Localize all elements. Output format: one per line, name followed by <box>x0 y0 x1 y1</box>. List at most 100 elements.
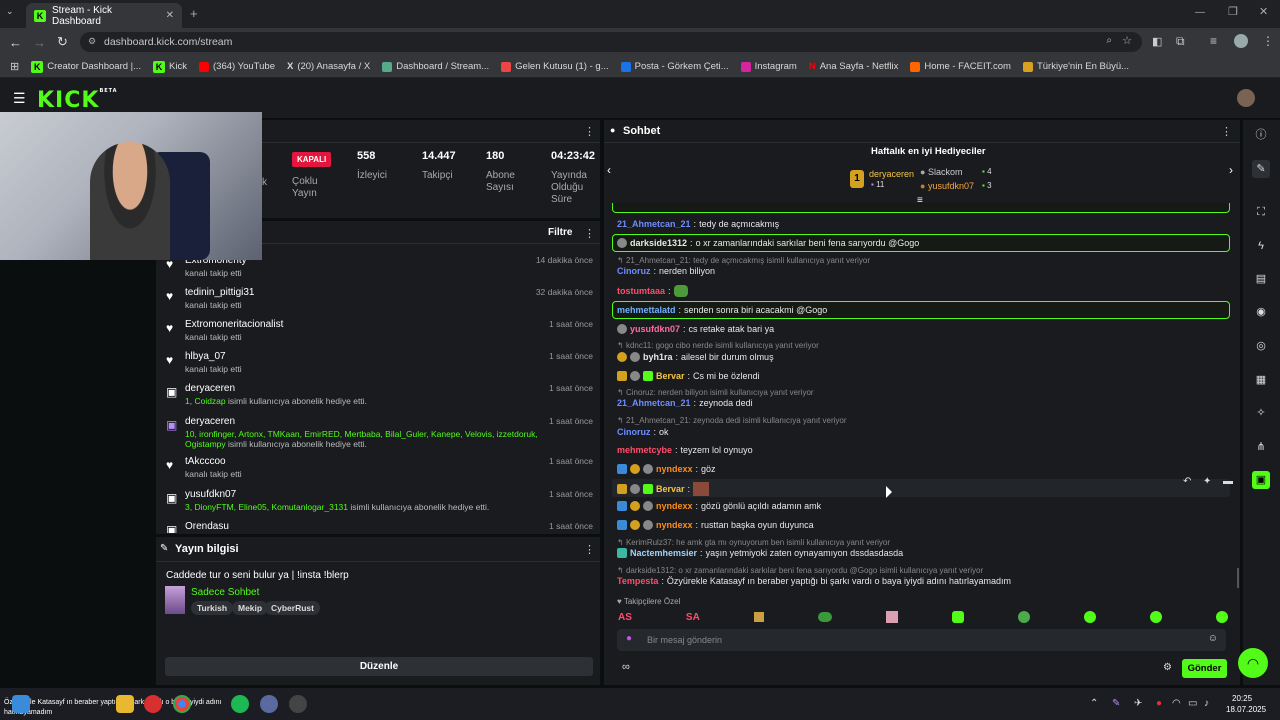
bookmark-item[interactable]: Instagram <box>740 61 797 72</box>
stats-menu-icon[interactable]: ⋮ <box>584 125 595 138</box>
fullscreen-icon[interactable]: ⛶ <box>1252 203 1270 221</box>
extension-icon[interactable]: ◧ <box>1152 35 1162 48</box>
chrome-icon[interactable] <box>173 695 191 713</box>
bookmark-item[interactable]: (364) YouTube <box>199 61 275 72</box>
emote-icon[interactable] <box>885 611 898 623</box>
reply-message-icon[interactable]: ↶ <box>1183 476 1191 487</box>
bookmark-item[interactable]: K Kick <box>153 60 187 73</box>
file-explorer-icon[interactable] <box>116 695 134 713</box>
stream-info-menu-icon[interactable]: ⋮ <box>584 543 595 556</box>
bookmark-item[interactable]: Posta - Görkem Çeti... <box>620 61 729 72</box>
kick-logo[interactable]: KICKBETA <box>37 88 118 113</box>
emote-icon[interactable] <box>1017 611 1030 623</box>
window-minimize-button[interactable]: — <box>1195 7 1205 18</box>
bookmarks-bar: ⊞ K Creator Dashboard |... K Kick (364) Yo… <box>0 56 1280 78</box>
hamburger-menu-icon[interactable]: ☰ <box>13 90 26 107</box>
tab-close-icon[interactable]: ✕ <box>166 10 174 21</box>
address-bar[interactable]: ⚙ dashboard.kick.com/stream ⌕ ☆ <box>80 32 1142 52</box>
chat-scrollbar[interactable] <box>1237 568 1239 588</box>
avatar <box>617 324 627 334</box>
spotify-icon[interactable] <box>231 695 249 713</box>
window-close-button[interactable]: ✕ <box>1259 5 1268 18</box>
activity-menu-icon[interactable]: ⋮ <box>584 227 595 240</box>
tray-app-icon[interactable]: ✈ <box>1134 698 1142 709</box>
bookmark-item[interactable]: Dashboard / Stream... <box>382 61 489 72</box>
edit-button[interactable]: Düzenle <box>165 657 593 676</box>
media-icon[interactable]: ≡ <box>1210 34 1217 48</box>
reload-icon[interactable]: ↻ <box>57 34 68 50</box>
bookmark-item[interactable]: Home - FACEIT.com <box>910 61 1011 72</box>
network-icon[interactable]: ▭ <box>1188 698 1197 709</box>
emote-sa[interactable]: SA <box>686 612 700 623</box>
tray-chevron-icon[interactable]: ⌃ <box>1090 698 1098 709</box>
chat-bubble-icon[interactable]: ◉ <box>1252 303 1270 321</box>
info-icon[interactable]: ⓘ <box>1252 126 1270 144</box>
browser-menu-icon[interactable]: ⋮ <box>1262 34 1274 48</box>
clock-time[interactable]: 20:25 <box>1232 694 1252 703</box>
bookmark-item[interactable]: K Creator Dashboard |... <box>31 60 141 73</box>
edit-icon[interactable]: ✎ <box>1252 160 1270 178</box>
back-icon[interactable]: ← <box>9 35 22 50</box>
emote-icon[interactable] <box>1083 611 1096 623</box>
emote-icon[interactable] <box>1215 611 1228 623</box>
forward-icon[interactable]: → <box>33 35 46 50</box>
volume-icon[interactable]: ♪ <box>1204 698 1209 709</box>
avatar <box>630 484 640 494</box>
gifter-count: ▪ 11 <box>871 180 885 189</box>
chat-input[interactable]: ● Bir mesaj gönderin ☺ <box>617 629 1226 651</box>
tray-app-icon[interactable]: ✎ <box>1112 698 1120 709</box>
broadcast-icon[interactable]: ◎ <box>1252 337 1270 355</box>
emote-as[interactable]: AS <box>618 612 632 623</box>
filter-button[interactable]: Filtre <box>548 227 572 238</box>
headphones-icon[interactable]: ◠ <box>1172 698 1181 709</box>
window-restore-button[interactable]: ❐ <box>1228 5 1238 18</box>
activity-item: ♥ tAkcccoo kanalı takip etti 1 saat önce <box>166 456 593 479</box>
emote-icon[interactable] <box>1149 611 1162 623</box>
gifter-count: ▪ 3 <box>982 181 992 190</box>
share-icon[interactable]: ⋔ <box>1252 438 1270 456</box>
send-button[interactable]: Gönder <box>1182 659 1227 678</box>
gifters-next-icon[interactable]: › <box>1229 163 1233 177</box>
bookmark-star-icon[interactable]: ☆ <box>1122 34 1132 47</box>
app-icon[interactable] <box>289 695 307 713</box>
browser-tab[interactable]: K Stream - Kick Dashboard ✕ <box>26 3 182 28</box>
points-icon[interactable]: ∞ <box>622 661 630 673</box>
emote-icon[interactable] <box>753 612 764 622</box>
lightning-icon[interactable]: ϟ <box>1252 237 1270 255</box>
chat-menu-icon[interactable]: ⋮ <box>1221 125 1232 138</box>
microphone-icon[interactable]: ● <box>626 633 632 644</box>
user-avatar[interactable] <box>1237 89 1255 107</box>
delete-message-icon[interactable]: ▬ <box>1223 476 1233 487</box>
pin-message-icon[interactable]: ✦ <box>1203 476 1211 487</box>
cards-icon[interactable]: ▦ <box>1252 371 1270 389</box>
extensions-puzzle-icon[interactable]: ⧉ <box>1176 34 1185 49</box>
clock-date[interactable]: 18.07.2025 <box>1226 705 1266 714</box>
wrench-icon[interactable]: ✧ <box>1252 404 1270 422</box>
gifters-prev-icon[interactable]: ‹ <box>607 163 611 177</box>
help-chat-button[interactable]: ◠ <box>1238 648 1268 678</box>
apps-grid-icon[interactable]: ⊞ <box>10 60 19 73</box>
bookmark-item[interactable]: Gelen Kutusu (1) - g... <box>501 61 609 72</box>
new-tab-button[interactable]: + <box>190 6 198 21</box>
reply-context: ↰ darkside1312: o xr zamanlarındaki sark… <box>617 566 984 575</box>
zoom-icon[interactable]: ⌕ <box>1106 35 1112 46</box>
emote-icon[interactable] <box>951 611 964 623</box>
emote-icon[interactable] <box>817 612 832 622</box>
windows-start-icon[interactable] <box>12 695 30 713</box>
app-icon[interactable] <box>144 695 162 713</box>
profile-icon[interactable] <box>1234 34 1248 48</box>
gifters-title: Haftalık en iyi Hediyeciler <box>871 146 986 157</box>
avatar <box>643 501 653 511</box>
tab-list-button[interactable]: ⌄ <box>6 6 20 20</box>
document-icon[interactable]: ▤ <box>1252 270 1270 288</box>
bot-icon[interactable]: ▣ <box>1252 471 1270 489</box>
microphone-icon[interactable]: ● <box>1156 698 1162 709</box>
bookmark-item[interactable]: N Ana Sayfa - Netflix <box>809 61 899 72</box>
emoji-icon[interactable]: ☺ <box>1208 633 1218 644</box>
app-icon[interactable] <box>260 695 278 713</box>
bookmark-item[interactable]: X (20) Anasayfa / X <box>287 61 370 72</box>
site-info-icon[interactable]: ⚙ <box>88 36 96 47</box>
chat-settings-icon[interactable]: ⚙ <box>1163 662 1172 673</box>
bookmark-item[interactable]: Türkiye'nin En Büyü... <box>1022 61 1129 72</box>
category-name[interactable]: Sadece Sohbet <box>191 587 259 598</box>
